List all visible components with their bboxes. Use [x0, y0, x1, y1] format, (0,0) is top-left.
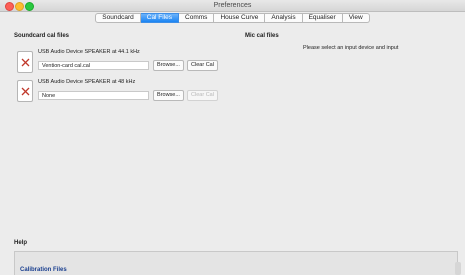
cal-file-field-2[interactable]: None [38, 91, 149, 100]
cal-file-field-1[interactable]: Vention-card cal.cal [38, 61, 149, 70]
clear-cal-icon-button-1[interactable] [17, 51, 33, 73]
device-label-2: USB Audio Device SPEAKER at 48 kHz [38, 79, 136, 85]
help-heading: Calibration Files [20, 267, 67, 273]
clear-cal-button-2: Clear Cal [187, 90, 218, 101]
x-icon [21, 58, 29, 66]
tab-soundcard[interactable]: Soundcard [95, 13, 141, 23]
x-icon [21, 87, 29, 95]
help-scrollbar[interactable] [455, 262, 461, 275]
tab-analysis[interactable]: Analysis [265, 13, 303, 23]
tab-cal-files[interactable]: Cal Files [140, 13, 180, 23]
help-title: Help [14, 240, 28, 246]
tab-bar: Soundcard Cal Files Comms House Curve An… [0, 13, 465, 23]
browse-button-2[interactable]: Browse... [153, 90, 184, 101]
tab-comms[interactable]: Comms [179, 13, 215, 23]
soundcard-cal-title: Soundcard cal files [14, 33, 70, 39]
mic-cal-message: Please select an input device and input [303, 45, 399, 51]
window-title: Preferences [213, 2, 252, 9]
help-panel [14, 251, 458, 275]
clear-cal-icon-button-2[interactable] [17, 80, 33, 102]
mic-cal-title: Mic cal files [245, 33, 279, 39]
browse-button-1[interactable]: Browse... [153, 60, 184, 71]
tab-equaliser[interactable]: Equaliser [302, 13, 343, 23]
clear-cal-button-1[interactable]: Clear Cal [187, 60, 218, 71]
tab-house-curve[interactable]: House Curve [214, 13, 266, 23]
title-bar: Preferences [0, 0, 465, 12]
device-label-1: USB Audio Device SPEAKER at 44.1 kHz [38, 49, 140, 55]
tab-view[interactable]: View [342, 13, 370, 23]
